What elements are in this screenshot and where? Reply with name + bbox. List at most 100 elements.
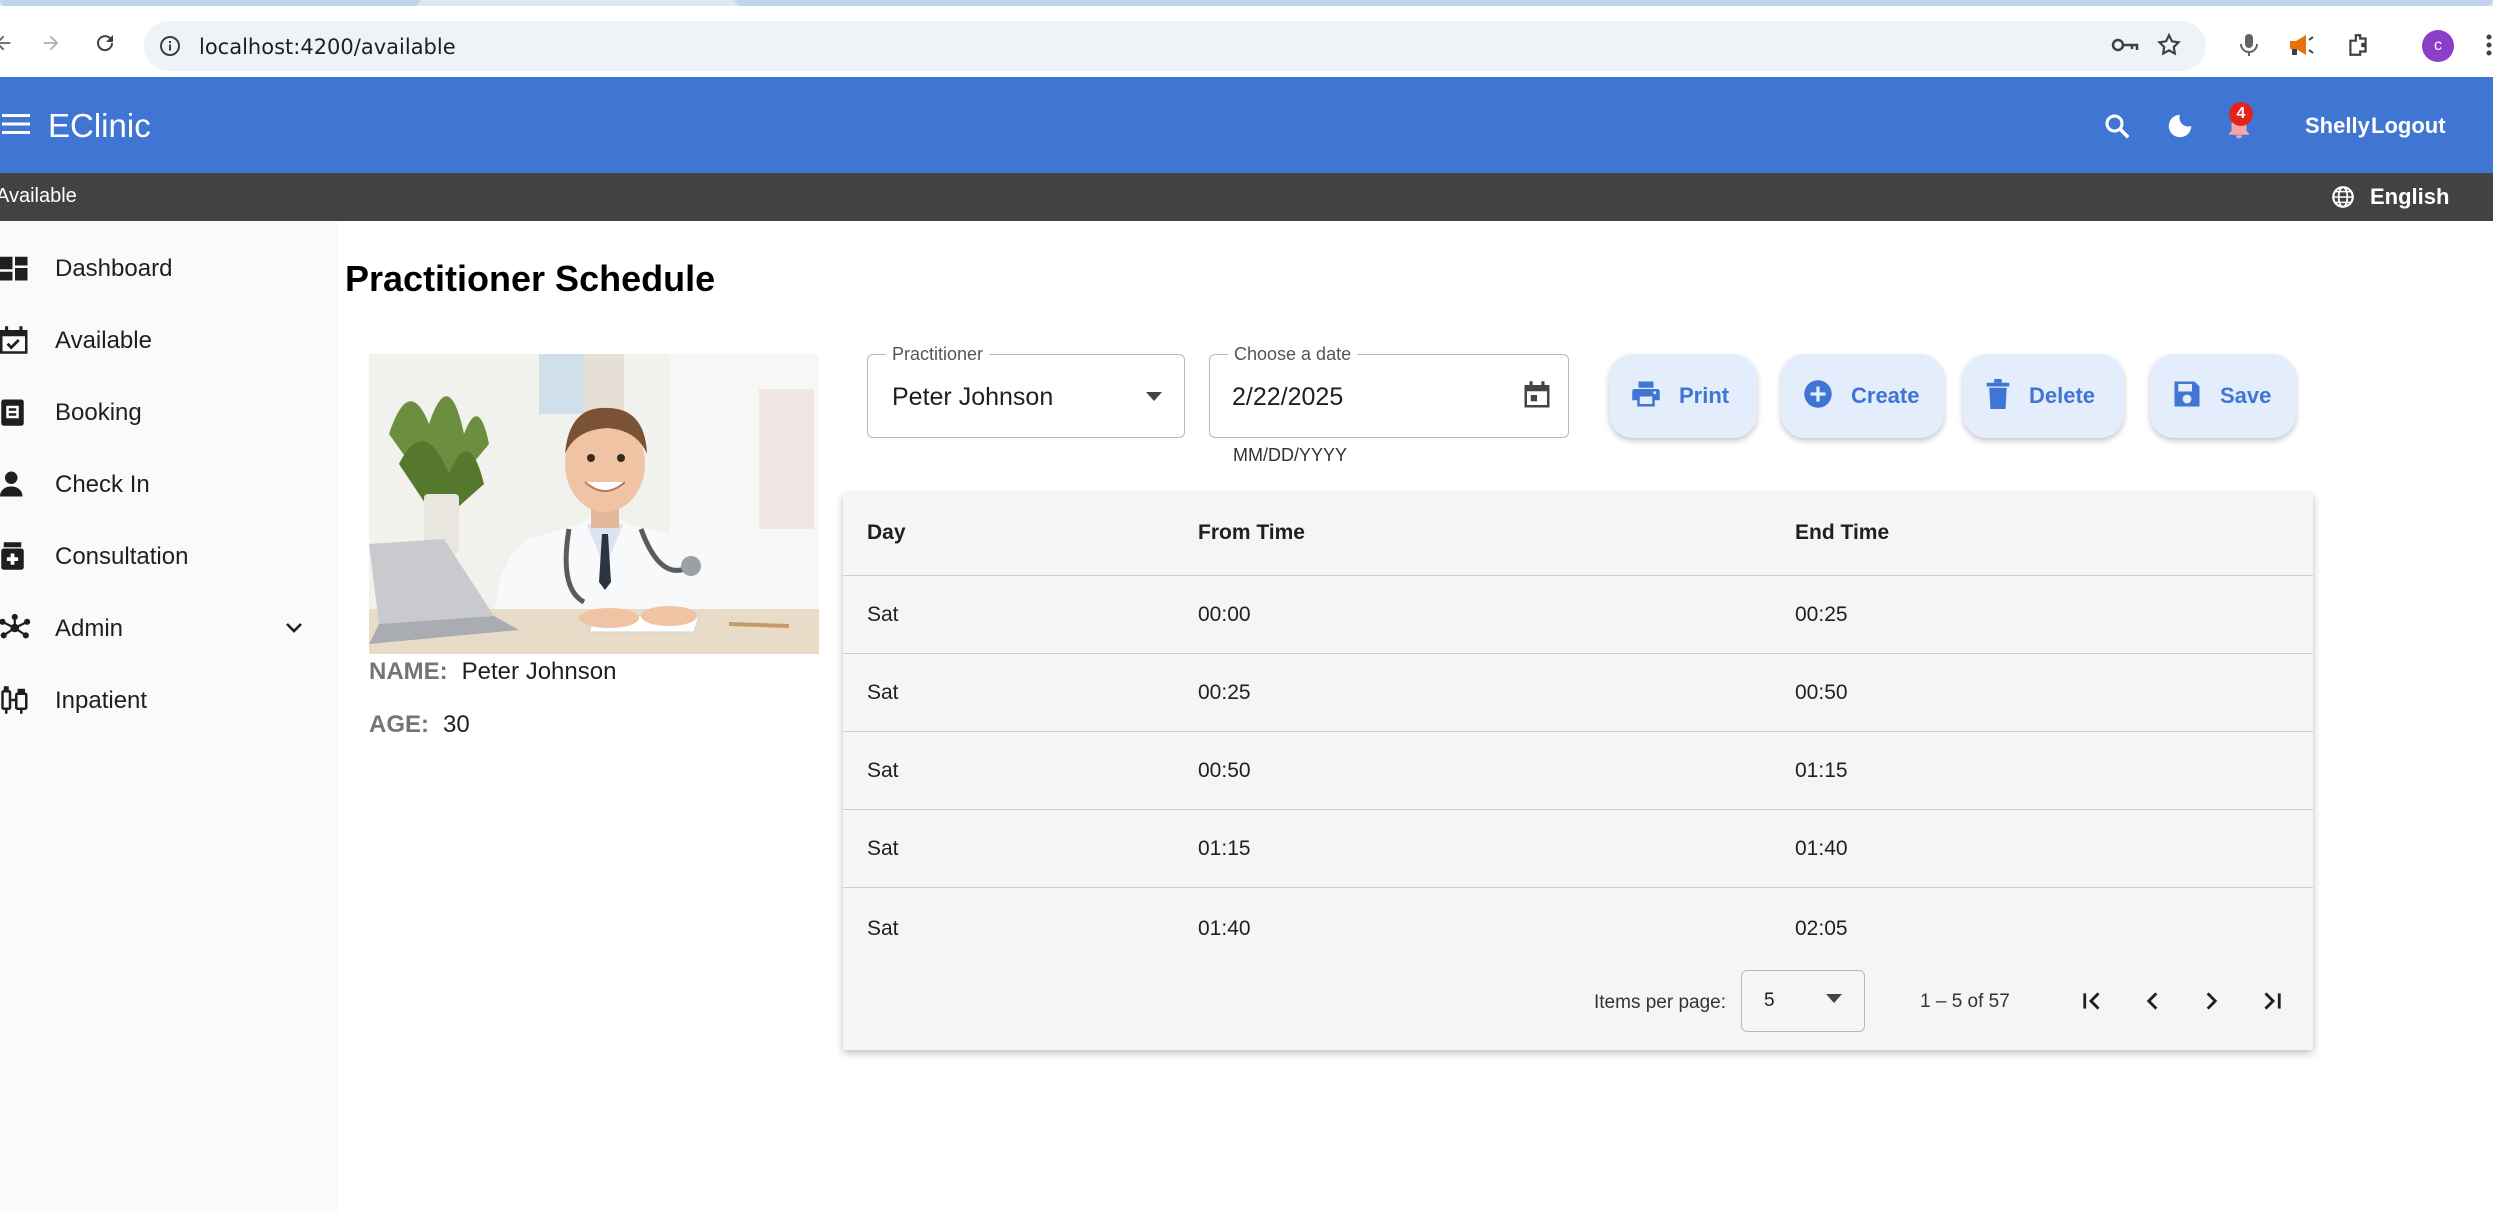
cell-from-time: 00:25 [1198,681,1251,704]
browser-menu-icon[interactable] [2474,30,2493,60]
sidebar-item-label: Inpatient [55,687,148,714]
items-per-page-select[interactable]: 5 [1741,970,1865,1032]
bookmark-star-icon[interactable] [2156,32,2182,63]
practitioner-age-row: AGE: 30 [369,711,470,739]
app-toolbar: EClinic 4 Shelly Logout [0,77,2493,173]
chevron-down-icon[interactable] [282,616,306,645]
cell-end-time: 00:50 [1795,681,1848,704]
practitioner-photo [369,354,819,654]
sidebar-item-check-in[interactable]: Check In [0,454,330,514]
site-info-icon[interactable] [158,34,182,58]
column-header-from-time[interactable]: From Time [1198,521,1305,545]
table-row[interactable]: Sat 01:40 02:05 [843,888,2313,966]
logout-button[interactable]: Logout [2371,113,2446,139]
previous-page-icon[interactable] [2135,984,2169,1018]
practitioner-select-value[interactable]: Peter Johnson [892,383,1053,412]
table-row[interactable]: Sat 00:00 00:25 [843,576,2313,654]
add-circle-icon [1803,379,1833,414]
back-icon[interactable] [0,28,18,58]
password-key-icon[interactable] [2110,33,2140,62]
cell-end-time: 01:40 [1795,837,1848,860]
delete-button[interactable]: Delete [1963,354,2124,438]
last-page-icon[interactable] [2255,984,2289,1018]
microphone-icon[interactable] [2234,30,2264,60]
cell-end-time: 01:15 [1795,759,1848,782]
cell-from-time: 00:50 [1198,759,1251,782]
language-selector[interactable]: English [2370,184,2449,210]
address-bar[interactable]: localhost:4200/available [144,21,2206,71]
name-value: Peter Johnson [461,658,617,685]
cell-end-time: 02:05 [1795,917,1848,940]
extensions-icon[interactable] [2343,30,2373,60]
sidebar-item-available[interactable]: Available [0,310,330,370]
date-input[interactable]: 2/22/2025 [1232,383,1343,412]
vaccines-icon [0,685,30,715]
sidebar-item-label: Booking [55,399,142,426]
sidebar-item-booking[interactable]: Booking [0,382,330,442]
megaphone-icon[interactable] [2286,30,2316,60]
save-button[interactable]: Save [2150,354,2296,438]
sidebar: Dashboard Available Booking Check In Con… [0,221,338,1213]
dashboard-icon [0,253,30,283]
practitioner-select[interactable]: Practitioner Peter Johnson [867,344,1185,438]
dark-mode-moon-icon[interactable] [2163,109,2197,143]
print-button-label: Print [1679,383,1730,408]
date-field[interactable]: Choose a date 2/22/2025 [1209,344,1569,438]
cell-day: Sat [867,917,899,940]
cell-day: Sat [867,603,899,626]
dropdown-arrow-icon[interactable] [1826,991,1842,1009]
save-button-label: Save [2220,383,2272,408]
column-header-end-time[interactable]: End Time [1795,521,1889,545]
save-disk-icon [2172,379,2202,414]
first-page-icon[interactable] [2075,984,2109,1018]
age-label: AGE: [369,711,429,738]
sidebar-item-label: Available [55,327,152,354]
cell-day: Sat [867,759,899,782]
url-text[interactable]: localhost:4200/available [199,35,456,59]
globe-icon[interactable] [2330,184,2356,215]
paginator: Items per page: 5 1 – 5 of 57 [843,962,2313,1050]
hamburger-menu-icon[interactable] [0,111,32,142]
search-icon[interactable] [2100,109,2134,143]
cell-end-time: 00:25 [1795,603,1848,626]
cell-from-time: 00:00 [1198,603,1251,626]
table-row[interactable]: Sat 00:50 01:15 [843,732,2313,810]
sidebar-item-admin[interactable]: Admin [0,598,330,658]
practitioner-name-row: NAME: Peter Johnson [369,658,616,686]
cell-from-time: 01:15 [1198,837,1251,860]
sidebar-item-label: Admin [55,615,124,642]
profile-avatar[interactable]: c [2422,30,2454,62]
table-row[interactable]: Sat 00:25 00:50 [843,654,2313,732]
next-page-icon[interactable] [2195,984,2229,1018]
dropdown-arrow-icon[interactable] [1146,389,1162,407]
page-title: Practitioner Schedule [345,258,716,299]
sidebar-item-consultation[interactable]: Consultation [0,526,330,586]
cell-day: Sat [867,681,899,704]
print-button[interactable]: Print [1609,354,1757,438]
calendar-icon[interactable] [1522,380,1552,415]
sidebar-item-label: Dashboard [55,255,173,282]
schedule-table: Day From Time End Time Sat 00:00 00:25 S… [843,493,2313,1050]
age-value: 30 [443,711,470,738]
sidebar-item-label: Check In [55,471,150,498]
delete-button-label: Delete [2029,383,2096,408]
hub-icon [0,613,31,643]
date-format-hint: MM/DD/YYYY [1233,445,1348,465]
page-range-label: 1 – 5 of 57 [1920,991,2010,1012]
table-row[interactable]: Sat 01:15 01:40 [843,810,2313,888]
items-per-page-value[interactable]: 5 [1764,990,1775,1012]
app-title[interactable]: EClinic [48,107,151,145]
name-label: NAME: [369,658,448,685]
breadcrumb: Available [0,185,77,207]
forward-icon[interactable] [36,28,66,58]
create-button[interactable]: Create [1781,354,1944,438]
user-name[interactable]: Shelly [2305,113,2370,139]
items-per-page-label: Items per page: [1594,992,1727,1013]
booking-icon [0,397,30,427]
reload-icon[interactable] [90,28,120,58]
sidebar-item-inpatient[interactable]: Inpatient [0,670,330,730]
event-available-icon [0,325,30,355]
sidebar-item-dashboard[interactable]: Dashboard [0,238,330,298]
column-header-day[interactable]: Day [867,521,906,545]
browser-toolbar: localhost:4200/available c [0,6,2493,76]
